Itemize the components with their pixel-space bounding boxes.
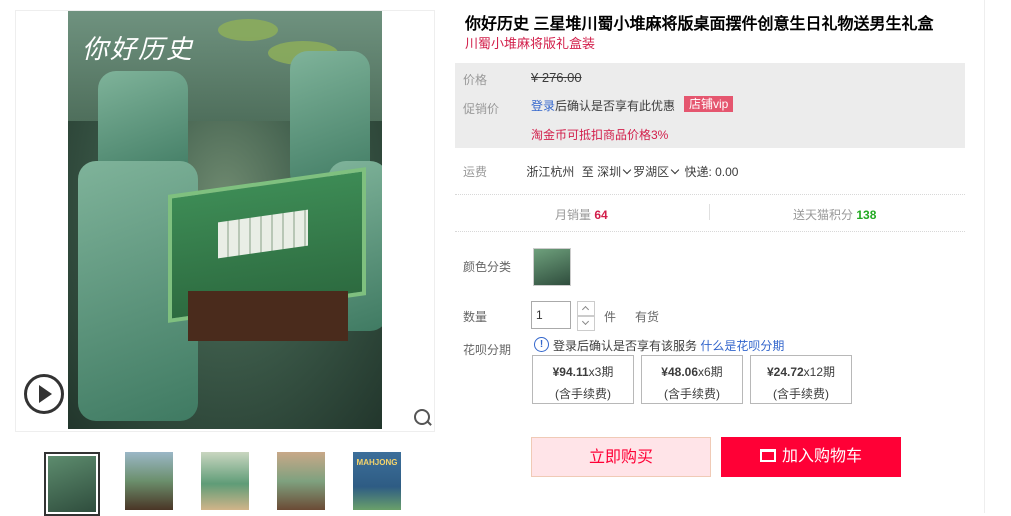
product-gallery: 你好历史 xyxy=(15,10,435,432)
lily-pad xyxy=(218,19,278,41)
thumbnail-2[interactable] xyxy=(125,452,173,510)
thumbnail-image xyxy=(125,452,173,510)
monthly-sales: 月销量 64 xyxy=(555,206,608,223)
image-caption: 你好历史 xyxy=(82,35,195,65)
shipping-label: 运费 xyxy=(463,165,488,179)
thumbnail-image xyxy=(201,452,249,510)
original-price: ¥ 276.00 xyxy=(531,70,582,85)
points-value: 138 xyxy=(856,208,877,222)
color-label: 颜色分类 xyxy=(463,260,512,274)
thumbnail-3[interactable] xyxy=(201,452,249,510)
district-name: 罗湖区 xyxy=(633,165,670,179)
taojinbi-note: 淘金币可抵扣商品价格3% xyxy=(531,128,669,142)
ship-to-label: 至 xyxy=(581,165,594,179)
thumbnail-image xyxy=(48,456,96,512)
divider xyxy=(455,231,965,232)
stock-status: 有货 xyxy=(635,310,660,324)
product-title: 你好历史 三星堆川蜀小堆麻将版桌面摆件创意生日礼物送男生礼盒 xyxy=(465,16,934,33)
thumbnail-strip: MAHJONG xyxy=(44,452,404,516)
table-base xyxy=(188,291,348,341)
product-subtitle: 川蜀小堆麻将版礼盒装 xyxy=(465,36,596,51)
add-to-cart-button[interactable]: 加入购物车 xyxy=(721,437,901,477)
installment-plan-3[interactable]: ¥94.11x3期 (含手续费) xyxy=(532,355,634,404)
huabei-label: 花呗分期 xyxy=(463,343,512,357)
add-to-cart-label: 加入购物车 xyxy=(781,448,862,465)
cart-icon xyxy=(759,449,776,463)
thumbnail-label: MAHJONG xyxy=(353,452,401,510)
quantity-input[interactable] xyxy=(531,301,571,329)
thumbnail-5[interactable]: MAHJONG xyxy=(353,452,401,510)
quantity-increase-button[interactable] xyxy=(577,301,595,316)
tmall-points: 送天猫积分 138 xyxy=(793,206,876,223)
ship-from: 浙江杭州 xyxy=(526,165,575,179)
quantity-decrease-button[interactable] xyxy=(577,316,595,331)
plan-periods: x6期 xyxy=(698,365,723,379)
login-link[interactable]: 登录 xyxy=(531,99,555,113)
plan-fee-note: (含手续费) xyxy=(664,387,720,401)
thumbnail-image xyxy=(277,452,325,510)
city-name: 深圳 xyxy=(597,165,622,179)
points-label: 送天猫积分 xyxy=(793,208,854,222)
quantity-label: 数量 xyxy=(463,310,488,324)
installment-plan-12[interactable]: ¥24.72x12期 (含手续费) xyxy=(750,355,852,404)
zoom-icon[interactable] xyxy=(414,409,430,425)
huabei-note-text: 登录后确认是否享有该服务 xyxy=(553,339,698,353)
quantity-unit: 件 xyxy=(604,310,617,324)
monthly-sales-label: 月销量 xyxy=(555,208,592,222)
plan-periods: x12期 xyxy=(803,365,836,379)
city-selector[interactable]: 深圳 xyxy=(597,165,633,179)
store-vip-badge[interactable]: 店铺vip xyxy=(684,96,734,112)
stat-separator xyxy=(709,204,710,220)
page-border xyxy=(984,0,985,513)
thumbnail-4[interactable] xyxy=(277,452,325,510)
product-info-panel: 你好历史 三星堆川蜀小堆麻将版桌面摆件创意生日礼物送男生礼盒 川蜀小堆麻将版礼盒… xyxy=(455,0,985,513)
huabei-help-link[interactable]: 什么是花呗分期 xyxy=(700,339,784,353)
color-option-image xyxy=(534,249,570,285)
installment-plan-6[interactable]: ¥48.06x6期 (含手续费) xyxy=(641,355,743,404)
buy-now-button[interactable]: 立即购买 xyxy=(531,437,711,477)
monthly-sales-value: 64 xyxy=(594,208,608,222)
plan-fee-note: (含手续费) xyxy=(555,387,611,401)
color-option-swatch[interactable] xyxy=(533,248,571,286)
plan-periods: x3期 xyxy=(588,365,614,379)
plan-fee-note: (含手续费) xyxy=(773,387,829,401)
plan-amount: ¥94.11 xyxy=(552,365,589,379)
price-panel: 价格 ¥ 276.00 促销价 登录后确认是否享有此优惠 店铺vip 淘金币可抵… xyxy=(455,63,965,148)
play-video-button[interactable] xyxy=(24,374,64,414)
price-label: 价格 xyxy=(463,73,488,87)
info-icon: ! xyxy=(534,337,549,352)
main-product-image[interactable]: 你好历史 xyxy=(68,11,382,429)
express-fee: 快递: 0.00 xyxy=(684,165,739,179)
huabei-note: 登录后确认是否享有该服务 什么是花呗分期 xyxy=(553,337,784,354)
promo-text: 后确认是否享有此优惠 xyxy=(555,99,676,113)
promo-message: 登录后确认是否享有此优惠 xyxy=(531,97,675,114)
promo-price-label: 促销价 xyxy=(463,102,500,116)
district-selector[interactable]: 罗湖区 xyxy=(633,165,681,179)
plan-amount: ¥48.06 xyxy=(661,365,698,379)
shipping-row: 运费 浙江杭州 至 深圳 罗湖区 快递: 0.00 xyxy=(463,163,738,180)
thumbnail-1[interactable] xyxy=(44,452,100,516)
divider xyxy=(455,194,965,195)
plan-amount: ¥24.72 xyxy=(766,365,804,379)
